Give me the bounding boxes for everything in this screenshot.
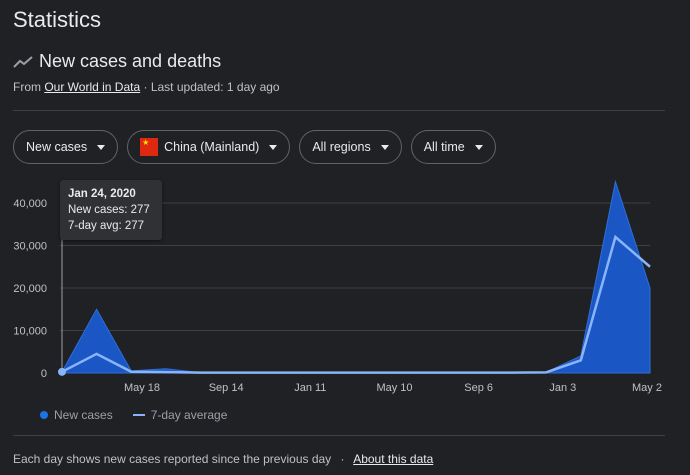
x-tick-label: Jan 11	[294, 382, 326, 394]
region-label: All regions	[312, 140, 371, 154]
legend-average: 7-day average	[150, 408, 228, 422]
about-data-link[interactable]: About this data	[353, 452, 433, 466]
caret-down-icon	[474, 144, 483, 150]
tooltip-date: Jan 24, 2020	[68, 188, 136, 200]
tooltip-average: 7-day avg: 277	[68, 220, 145, 232]
footer-separator: ·	[340, 452, 345, 466]
section-heading: New cases and deaths	[13, 51, 221, 72]
divider	[13, 110, 665, 111]
location-dropdown[interactable]: China (Mainland)	[127, 130, 291, 164]
timerange-label: All time	[423, 140, 465, 154]
caret-down-icon	[269, 144, 278, 150]
x-tick-label: May 10	[376, 382, 412, 394]
china-flag-icon	[140, 138, 159, 156]
average-series	[61, 234, 651, 374]
region-dropdown[interactable]: All regions	[299, 130, 402, 164]
legend-new-cases: New cases	[54, 408, 113, 422]
y-tick-label: 40,000	[13, 198, 47, 210]
x-tick-label: May 2	[632, 382, 662, 394]
timerange-dropdown[interactable]: All time	[410, 130, 496, 164]
hover-point	[58, 367, 66, 376]
filter-bar: New cases China (Mainland) All regions A…	[13, 130, 496, 164]
location-label: China (Mainland)	[164, 140, 260, 154]
x-tick-label: Sep 6	[464, 382, 493, 394]
y-tick-label: 30,000	[13, 241, 47, 253]
x-tick-label: Jan 3	[549, 382, 576, 394]
tooltip-new-cases: New cases: 277	[68, 204, 150, 216]
caret-down-icon	[380, 144, 389, 150]
legend-line-icon	[132, 414, 145, 416]
page-title: Statistics	[13, 7, 102, 32]
x-tick-label: Sep 14	[209, 382, 244, 394]
legend-dot-icon	[40, 411, 48, 419]
y-tick-label: 0	[41, 368, 47, 380]
x-axis: May 18 Sep 14 Jan 11 May 10 Sep 6 Jan 3 May 2	[124, 382, 662, 394]
footer: Each day shows new cases reported since …	[13, 452, 433, 466]
trend-icon	[13, 55, 33, 68]
section-title: New cases and deaths	[39, 51, 222, 71]
footer-text: Each day shows new cases reported since …	[13, 452, 332, 466]
chart-legend: New cases 7-day average	[40, 408, 227, 422]
y-axis: 40,000 30,000 20,000 10,000 0	[13, 198, 47, 380]
average-line	[61, 234, 651, 374]
source-line: From Our World in Data · Last updated: 1…	[13, 80, 280, 94]
chart-tooltip: Jan 24, 2020 New cases: 277 7-day avg: 2…	[60, 180, 162, 240]
source-link[interactable]: Our World in Data	[44, 80, 140, 94]
source-prefix: From	[13, 80, 41, 94]
metric-dropdown[interactable]: New cases	[13, 130, 119, 164]
divider	[13, 435, 665, 436]
y-tick-label: 20,000	[13, 283, 47, 295]
caret-down-icon	[97, 144, 106, 150]
last-updated: · Last updated: 1 day ago	[143, 80, 280, 94]
x-tick-label: May 18	[124, 382, 160, 394]
y-tick-label: 10,000	[13, 326, 47, 338]
metric-label: New cases	[26, 140, 88, 154]
